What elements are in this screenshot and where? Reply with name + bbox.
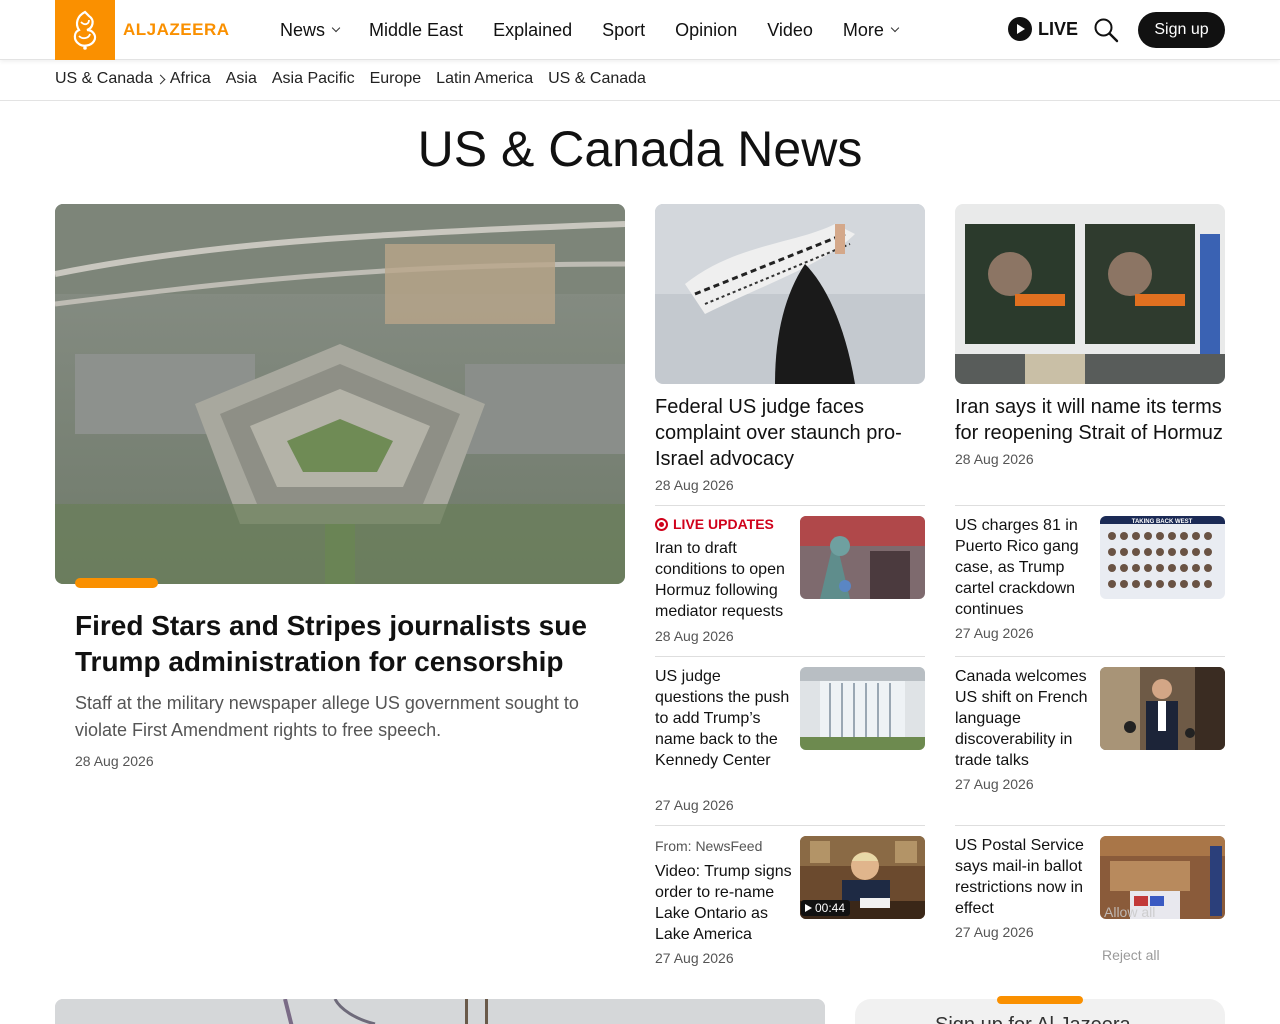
- hero-date: 28 Aug 2026: [75, 753, 154, 769]
- list-item-headline[interactable]: Canada welcomes US shift on French langu…: [955, 666, 1095, 771]
- chevron-down-icon: [331, 23, 341, 33]
- card-image-keffiyeh[interactable]: [655, 204, 925, 384]
- page-title: US & Canada News: [417, 121, 863, 177]
- nav-item-middle-east[interactable]: Middle East: [369, 20, 463, 41]
- newsletter-accent-bar: [997, 996, 1083, 1004]
- hero-headline[interactable]: Fired Stars and Stripes journalists sue …: [75, 608, 595, 680]
- live-updates-badge: LIVE UPDATES: [655, 516, 774, 532]
- source-label: From: NewsFeed: [655, 838, 763, 854]
- nav-item-sport[interactable]: Sport: [602, 20, 645, 41]
- nav-item-news[interactable]: News: [280, 19, 341, 41]
- hero-image-pentagon[interactable]: [55, 204, 625, 584]
- search-icon[interactable]: [1093, 17, 1119, 43]
- list-item-headline[interactable]: US judge questions the push to add Trump…: [655, 666, 793, 771]
- hero-summary: Staff at the military newspaper allege U…: [75, 693, 579, 740]
- nav-item-label: Opinion: [675, 19, 738, 40]
- card-image-iran-posters[interactable]: [955, 204, 1225, 384]
- play-icon: [805, 904, 812, 912]
- list-item-headline[interactable]: US charges 81 in Puerto Rico gang case, …: [955, 515, 1095, 620]
- subnav-link-europe[interactable]: Europe: [370, 70, 422, 88]
- newsletter-heading: Sign up for Al Jazeera: [935, 1014, 1131, 1024]
- divider: [655, 825, 925, 826]
- subnav-link-africa[interactable]: Africa: [170, 70, 211, 88]
- list-item-headline[interactable]: Iran to draft conditions to open Hormuz …: [655, 538, 793, 622]
- list-item-date: 27 Aug 2026: [655, 797, 734, 813]
- live-button[interactable]: LIVE: [1008, 17, 1078, 41]
- thumbnail-kennedy-center[interactable]: [800, 667, 925, 750]
- divider: [655, 505, 925, 506]
- card-headline[interactable]: Iran says it will name its terms for reo…: [955, 394, 1225, 446]
- chevron-down-icon: [890, 23, 900, 33]
- card-date: 28 Aug 2026: [955, 451, 1034, 467]
- cookie-reject-all-button[interactable]: Reject all: [1102, 947, 1160, 963]
- video-duration: 00:44: [815, 901, 846, 915]
- divider: [955, 825, 1225, 826]
- list-item-headline[interactable]: US Postal Service says mail-in ballot re…: [955, 835, 1095, 919]
- brand-name: ALJAZEERA: [123, 20, 230, 39]
- nav-item-more[interactable]: More: [842, 19, 900, 41]
- breadcrumb-current[interactable]: US & Canada: [55, 70, 153, 88]
- thumbnail-wanted-poster[interactable]: TAKING BACK WEST: [1100, 516, 1225, 599]
- thumbnail-liberty-mural[interactable]: [800, 516, 925, 599]
- nav-item-video[interactable]: Video: [767, 20, 813, 41]
- aljazeera-logo[interactable]: ALJAZEERA: [55, 0, 230, 60]
- nav-item-opinion[interactable]: Opinion: [675, 20, 737, 41]
- live-updates-label: LIVE UPDATES: [673, 516, 774, 532]
- list-item-date: 27 Aug 2026: [655, 950, 734, 966]
- play-icon: [1008, 17, 1032, 41]
- nav-item-label: News: [280, 19, 326, 40]
- next-story-image[interactable]: [55, 999, 825, 1024]
- list-item-date: 28 Aug 2026: [655, 628, 734, 644]
- nav-item-explained[interactable]: Explained: [493, 20, 572, 41]
- divider: [955, 656, 1225, 657]
- nav-item-label: Middle East: [369, 19, 464, 40]
- divider: [955, 505, 1225, 506]
- thumbnail-caption: TAKING BACK WEST: [1132, 519, 1193, 525]
- card-headline[interactable]: Federal US judge faces complaint over st…: [655, 394, 925, 472]
- nav-item-label: More: [842, 19, 884, 40]
- video-duration-badge: 00:44: [801, 900, 851, 916]
- divider: [655, 656, 925, 657]
- thumbnail-press-conference[interactable]: [1100, 667, 1225, 750]
- list-item-date: 27 Aug 2026: [955, 625, 1034, 641]
- card-date: 28 Aug 2026: [655, 477, 734, 493]
- live-label: LIVE: [1038, 18, 1079, 39]
- top-navigation-bar: ALJAZEERA News Middle East Explained Spo…: [0, 0, 1280, 60]
- nav-item-label: Sport: [602, 19, 646, 40]
- region-subnav: US & Canada Africa Asia Asia Pacific Eur…: [0, 61, 1280, 101]
- nav-item-label: Video: [767, 19, 813, 40]
- sign-up-button[interactable]: Sign up: [1138, 12, 1225, 48]
- list-item-headline[interactable]: Video: Trump signs order to re-name Lake…: [655, 861, 793, 945]
- cookie-allow-all-button[interactable]: Allow all: [1104, 904, 1155, 920]
- subnav-link-asia-pacific[interactable]: Asia Pacific: [272, 70, 355, 88]
- aljazeera-logo-mark-icon: [55, 0, 115, 60]
- subnav-link-latin-america[interactable]: Latin America: [436, 70, 533, 88]
- nav-item-label: Explained: [493, 19, 573, 40]
- subnav-link-asia[interactable]: Asia: [226, 70, 257, 88]
- list-item-date: 27 Aug 2026: [955, 776, 1034, 792]
- live-indicator-icon: [655, 517, 668, 531]
- hero-accent-bar: [75, 578, 158, 588]
- list-item-date: 27 Aug 2026: [955, 924, 1034, 940]
- main-nav: News Middle East Explained Sport Opinion…: [280, 0, 900, 60]
- subnav-link-us-canada[interactable]: US & Canada: [548, 70, 646, 88]
- chevron-right-icon: [155, 74, 166, 84]
